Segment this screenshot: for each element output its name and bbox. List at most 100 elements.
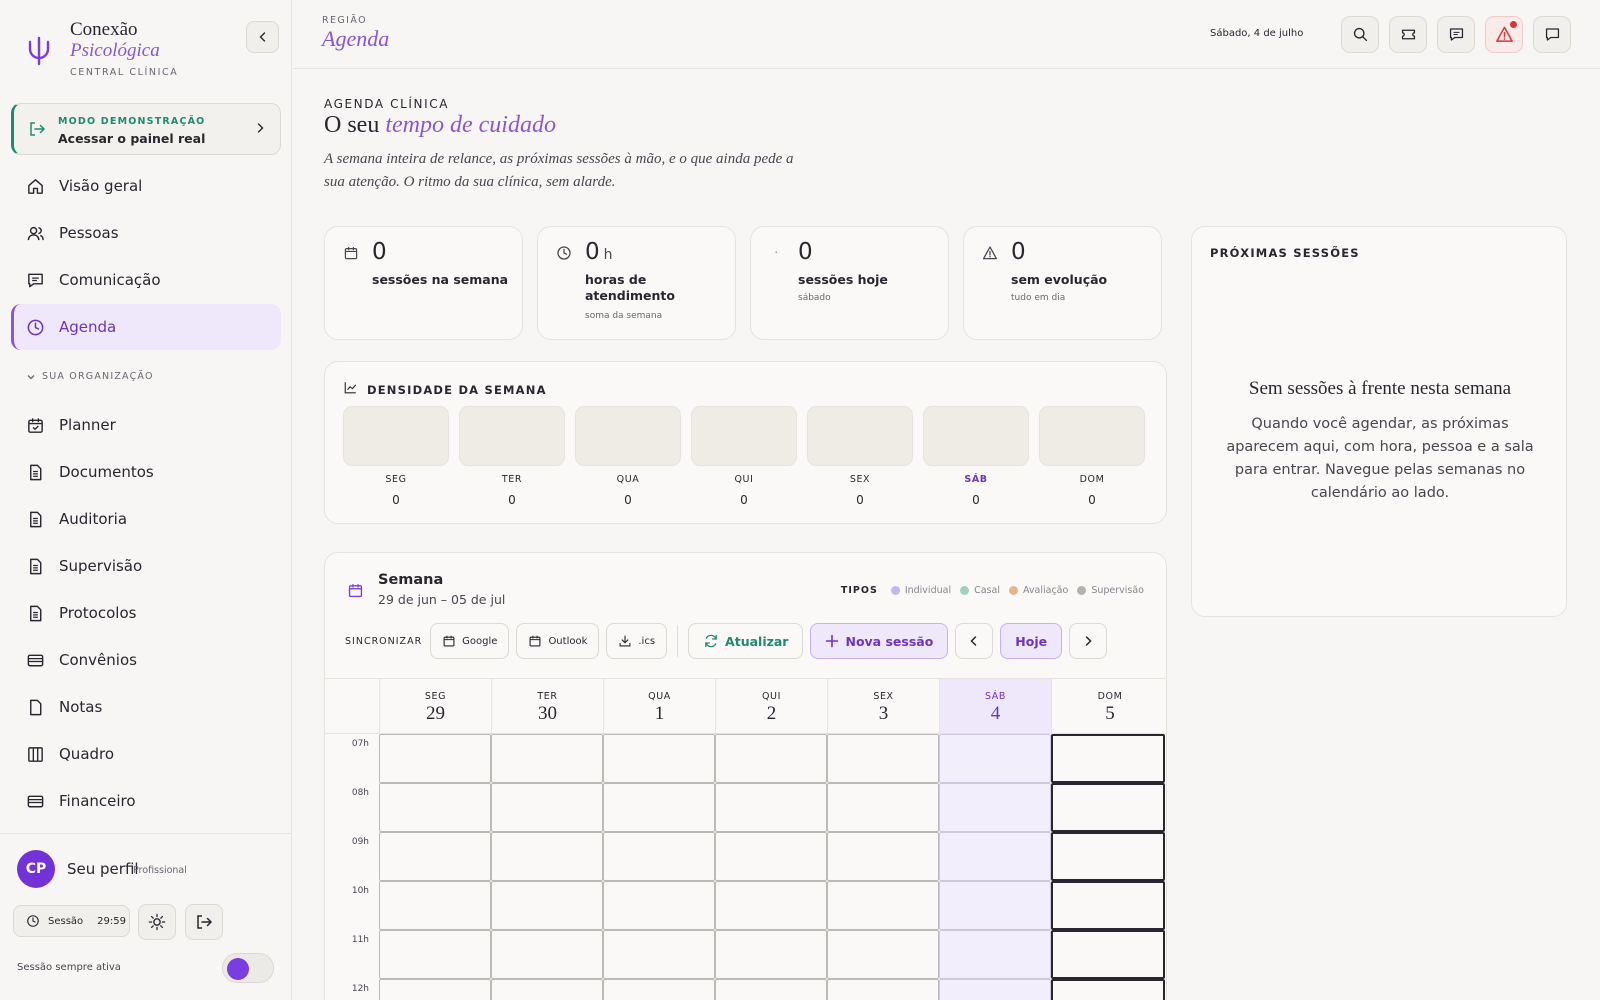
nav-item-supervisao[interactable]: Supervisão [11, 543, 281, 589]
day-header[interactable]: SEX 3 [827, 678, 939, 734]
page-title-accent: tempo de cuidado [385, 112, 556, 138]
time-slot[interactable] [827, 832, 939, 881]
time-slot[interactable] [491, 734, 603, 783]
time-slot[interactable] [491, 979, 603, 1000]
always-on-toggle[interactable] [222, 953, 274, 983]
density-value: 0 [740, 493, 748, 507]
time-slot[interactable] [1051, 979, 1165, 1000]
day-date: 2 [766, 703, 777, 724]
time-slot[interactable] [827, 979, 939, 1000]
stat-number: 0 [1011, 239, 1026, 265]
session-timer-chip[interactable]: Sessão 29:59 [13, 905, 130, 937]
ticket-button[interactable] [1389, 16, 1427, 53]
sync-outlook-button[interactable]: Outlook [516, 623, 600, 659]
time-slot[interactable] [603, 832, 715, 881]
time-slot[interactable] [827, 734, 939, 783]
time-slot[interactable] [715, 734, 827, 783]
day-header[interactable]: TER 30 [491, 678, 603, 734]
time-slot[interactable] [379, 979, 491, 1000]
time-slot[interactable] [491, 832, 603, 881]
avatar[interactable]: CP [17, 850, 55, 888]
time-slot[interactable] [379, 734, 491, 783]
day-header-today[interactable]: SÁB 4 [939, 678, 1051, 734]
type-label: Casal [974, 585, 1000, 596]
time-slot[interactable] [1051, 832, 1165, 881]
day-name: SEX [873, 691, 894, 702]
nav-item-protocolos[interactable]: Protocolos [11, 590, 281, 636]
day-header[interactable]: QUA 1 [603, 678, 715, 734]
time-slot[interactable] [715, 832, 827, 881]
time-slot[interactable] [715, 783, 827, 832]
next-week-button[interactable] [1069, 623, 1108, 659]
profile-name[interactable]: Seu perfil [67, 860, 139, 878]
type-label: Avaliação [1022, 585, 1069, 596]
time-slot[interactable] [1051, 783, 1165, 832]
time-slot[interactable] [715, 979, 827, 1000]
nav-item-comunicacao[interactable]: Comunicação [11, 257, 281, 303]
time-slot[interactable] [939, 832, 1051, 881]
time-slot[interactable] [827, 881, 939, 930]
nav-item-pessoas[interactable]: Pessoas [11, 210, 281, 256]
nav-item-notas[interactable]: Notas [11, 684, 281, 730]
today-button[interactable]: Hoje [1000, 623, 1063, 659]
time-slot[interactable] [939, 979, 1051, 1000]
sync-google-button[interactable]: Google [430, 623, 510, 659]
time-slot[interactable] [939, 930, 1051, 979]
logout-button[interactable] [185, 904, 223, 940]
time-slot[interactable] [939, 881, 1051, 930]
time-slot[interactable] [603, 930, 715, 979]
time-slot[interactable] [379, 783, 491, 832]
time-slot[interactable] [491, 783, 603, 832]
time-slot[interactable] [603, 783, 715, 832]
day-header[interactable]: SEG 29 [379, 678, 491, 734]
time-slot[interactable] [1051, 881, 1165, 930]
nav-item-documentos[interactable]: Documentos [11, 449, 281, 495]
section-toggle-organizacao[interactable]: SUA ORGANIZAÇÃO [26, 371, 154, 382]
density-day-label: DOM [1079, 474, 1105, 485]
chat-button[interactable] [1533, 16, 1571, 53]
prev-week-button[interactable] [955, 623, 994, 659]
nav-item-agenda[interactable]: Agenda [11, 304, 281, 350]
time-slot[interactable] [827, 930, 939, 979]
nav-item-quadro[interactable]: Quadro [11, 731, 281, 777]
time-slot[interactable] [379, 881, 491, 930]
time-slot[interactable] [603, 734, 715, 783]
nav-item-planner[interactable]: Planner [11, 402, 281, 448]
stat-card-no-evolution: 0 sem evolução tudo em dia [963, 226, 1162, 340]
messages-button[interactable] [1437, 16, 1475, 53]
next-sessions-kicker: PRÓXIMAS SESSÕES [1210, 246, 1360, 260]
time-slot[interactable] [491, 881, 603, 930]
time-slot[interactable] [715, 930, 827, 979]
search-button[interactable] [1341, 16, 1379, 53]
clock-icon [27, 915, 39, 927]
time-slot[interactable] [939, 783, 1051, 832]
sync-ics-label: .ics [638, 635, 656, 647]
demo-mode-card[interactable]: MODO DEMONSTRAÇÃO Acessar o painel real [11, 103, 281, 155]
time-slot[interactable] [1051, 734, 1165, 783]
new-session-button[interactable]: Nova sessão [810, 623, 949, 659]
nav-item-convenios[interactable]: Convênios [11, 637, 281, 683]
sync-ics-button[interactable]: .ics [606, 623, 668, 659]
time-slot[interactable] [379, 832, 491, 881]
theme-toggle-button[interactable] [138, 904, 176, 940]
alerts-button[interactable] [1485, 16, 1523, 53]
nav-item-financeiro[interactable]: Financeiro [11, 778, 281, 824]
refresh-button[interactable]: Atualizar [688, 623, 804, 659]
nav-item-auditoria[interactable]: Auditoria [11, 496, 281, 542]
chevron-right-icon [257, 123, 264, 133]
collapse-sidebar-button[interactable] [246, 21, 279, 53]
time-slot[interactable] [603, 881, 715, 930]
time-slot[interactable] [379, 930, 491, 979]
day-header[interactable]: DOM 5 [1051, 678, 1166, 734]
day-date: 3 [878, 703, 889, 724]
nav-item-visao-geral[interactable]: Visão geral [11, 163, 281, 209]
time-slot[interactable] [715, 881, 827, 930]
time-slot[interactable] [1051, 930, 1165, 979]
time-slot[interactable] [491, 930, 603, 979]
document-icon [25, 462, 45, 482]
time-slot[interactable] [603, 979, 715, 1000]
day-header[interactable]: QUI 2 [715, 678, 827, 734]
alert-badge [1510, 21, 1517, 28]
time-slot[interactable] [827, 783, 939, 832]
time-slot[interactable] [939, 734, 1051, 783]
